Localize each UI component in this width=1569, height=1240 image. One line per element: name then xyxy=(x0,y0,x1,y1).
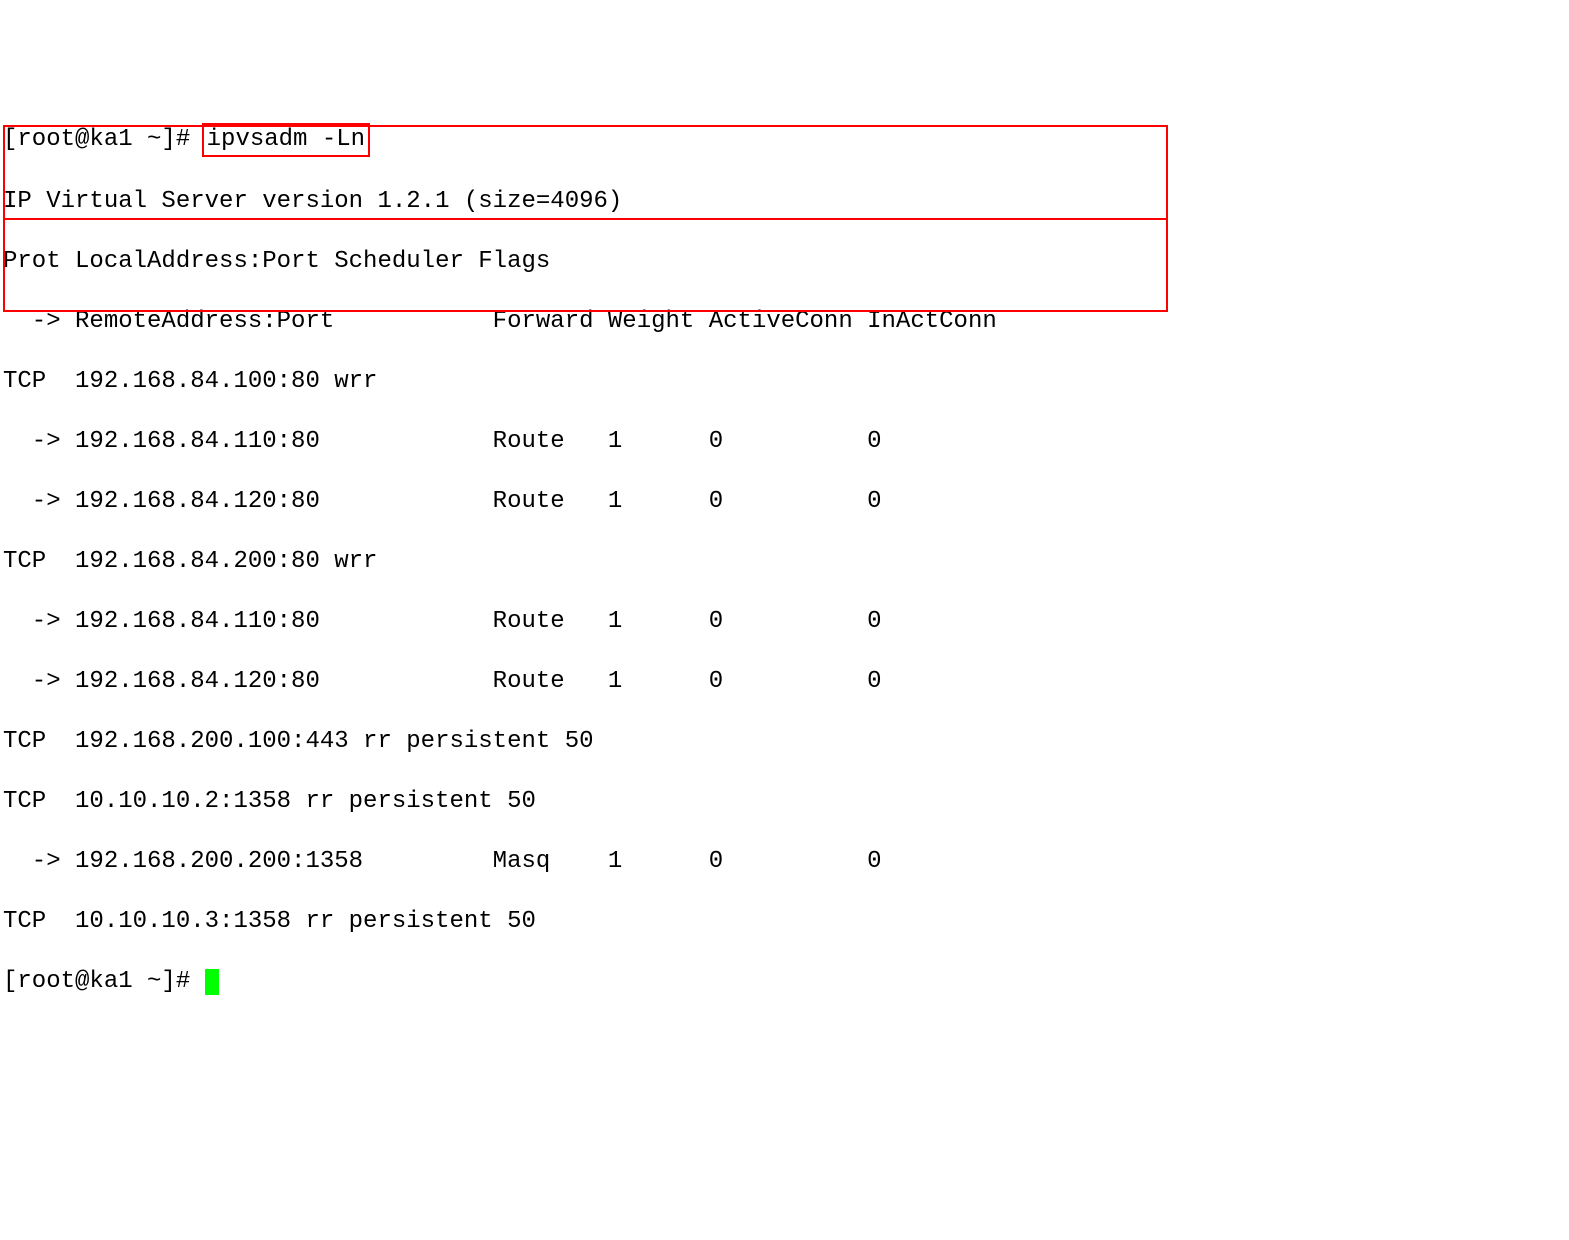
output-line: IP Virtual Server version 1.2.1 (size=40… xyxy=(3,187,1566,217)
output-line: -> RemoteAddress:Port Forward Weight Act… xyxy=(3,307,1566,337)
output-line: TCP 10.10.10.3:1358 rr persistent 50 xyxy=(3,907,1566,937)
output-line: TCP 192.168.84.100:80 wrr xyxy=(3,367,1566,397)
output-line: Prot LocalAddress:Port Scheduler Flags xyxy=(3,247,1566,277)
output-line: -> 192.168.200.200:1358 Masq 1 0 0 xyxy=(3,847,1566,877)
command-highlight: ipvsadm -Ln xyxy=(202,123,370,157)
terminal-output: [root@ka1 ~]# ipvsadm -Ln xyxy=(3,123,1566,157)
prompt-line[interactable]: [root@ka1 ~]# xyxy=(3,967,1566,997)
prompt: [root@ka1 ~]# xyxy=(3,126,205,153)
cursor-icon xyxy=(205,969,219,995)
output-line: -> 192.168.84.110:80 Route 1 0 0 xyxy=(3,427,1566,457)
output-line: -> 192.168.84.110:80 Route 1 0 0 xyxy=(3,607,1566,637)
output-line: TCP 192.168.200.100:443 rr persistent 50 xyxy=(3,727,1566,757)
output-line: -> 192.168.84.120:80 Route 1 0 0 xyxy=(3,667,1566,697)
output-line: -> 192.168.84.120:80 Route 1 0 0 xyxy=(3,487,1566,517)
output-line: TCP 192.168.84.200:80 wrr xyxy=(3,547,1566,577)
output-line: TCP 10.10.10.2:1358 rr persistent 50 xyxy=(3,787,1566,817)
prompt: [root@ka1 ~]# xyxy=(3,968,205,995)
